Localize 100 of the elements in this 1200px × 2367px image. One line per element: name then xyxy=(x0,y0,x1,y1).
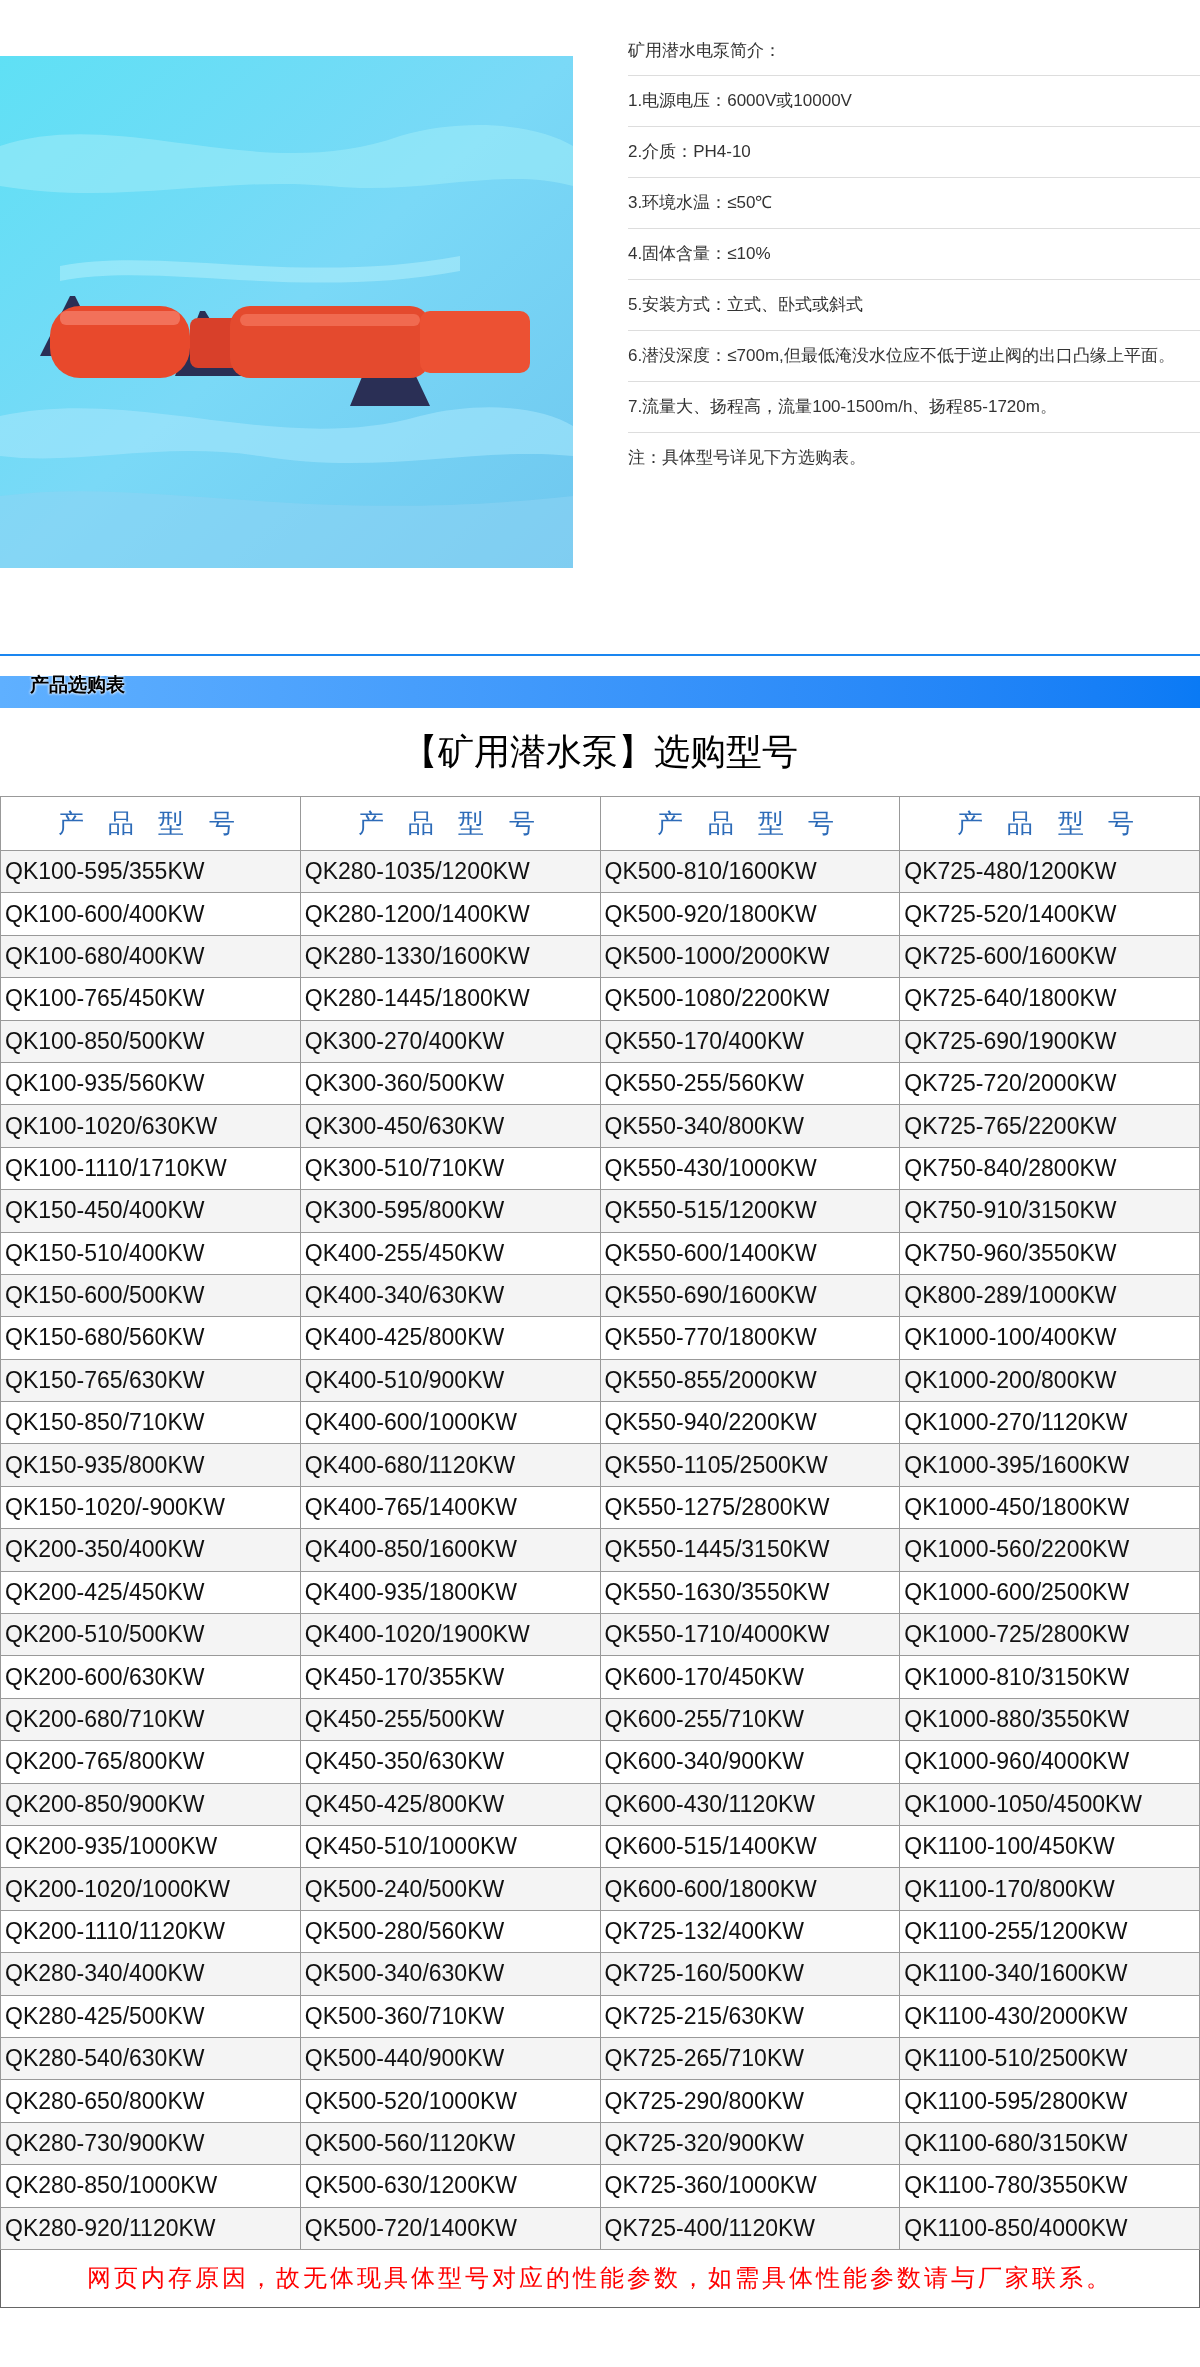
spec-value: 6000V或10000V xyxy=(727,90,852,112)
table-cell: QK725-360/1000KW xyxy=(600,2164,900,2207)
table-cell: QK500-560/1120KW xyxy=(300,2122,600,2165)
table-cell: QK150-765/630KW xyxy=(0,1359,301,1402)
table-cell: QK400-255/450KW xyxy=(300,1232,600,1275)
table-cell: QK280-1035/1200KW xyxy=(300,850,600,893)
table-cell: QK150-510/400KW xyxy=(0,1232,301,1275)
table-cell: QK600-600/1800KW xyxy=(600,1867,900,1911)
table-cell: QK400-600/1000KW xyxy=(300,1401,600,1444)
table-cell: QK150-680/560KW xyxy=(0,1316,301,1360)
intro-note: 注：具体型号详见下方选购表。 xyxy=(628,447,866,470)
table-cell: QK300-270/400KW xyxy=(300,1020,600,1063)
table-cell: QK1000-960/4000KW xyxy=(899,1740,1200,1784)
spec-label: 2.介质： xyxy=(628,141,694,163)
table-cell: QK725-640/1800KW xyxy=(899,977,1200,1021)
table-cell: QK725-400/1120KW xyxy=(600,2207,900,2250)
column-header: 产 品 型 号 xyxy=(0,796,301,851)
table-cell: QK400-1020/1900KW xyxy=(300,1613,600,1656)
table-cell: QK200-850/900KW xyxy=(0,1783,301,1826)
spec-value: ≤50℃ xyxy=(727,192,773,214)
table-cell: QK400-680/1120KW xyxy=(300,1443,600,1487)
table-cell: QK280-1445/1800KW xyxy=(300,977,600,1021)
table-cell: QK280-650/800KW xyxy=(0,2079,301,2123)
table-cell: QK750-910/3150KW xyxy=(899,1189,1200,1232)
table-cell: QK280-425/500KW xyxy=(0,1995,301,2038)
table-cell: QK600-255/710KW xyxy=(600,1698,900,1741)
table-cell: QK400-935/1800KW xyxy=(300,1571,600,1614)
table-cell: QK725-265/710KW xyxy=(600,2037,900,2080)
table-cell: QK150-600/500KW xyxy=(0,1274,301,1317)
table-cell: QK725-690/1900KW xyxy=(899,1020,1200,1063)
table-cell: QK200-765/800KW xyxy=(0,1740,301,1784)
table-cell: QK200-510/500KW xyxy=(0,1613,301,1656)
table-cell: QK200-350/400KW xyxy=(0,1528,301,1572)
intro-title: 矿用潜水电泵简介： xyxy=(628,39,781,62)
table-cell: QK400-510/900KW xyxy=(300,1359,600,1402)
table-cell: QK1100-100/450KW xyxy=(899,1825,1200,1868)
table-cell: QK450-350/630KW xyxy=(300,1740,600,1784)
table-cell: QK550-340/800KW xyxy=(600,1104,900,1148)
table-cell: QK100-600/400KW xyxy=(0,892,301,936)
table-cell: QK500-630/1200KW xyxy=(300,2164,600,2207)
table-cell: QK500-920/1800KW xyxy=(600,892,900,936)
column-header: 产 品 型 号 xyxy=(300,796,600,851)
table-cell: QK200-425/450KW xyxy=(0,1571,301,1614)
table-cell: QK725-765/2200KW xyxy=(899,1104,1200,1148)
table-cell: QK550-1630/3550KW xyxy=(600,1571,900,1614)
table-cell: QK500-1000/2000KW xyxy=(600,935,900,978)
table-cell: QK725-160/500KW xyxy=(600,1952,900,1996)
table-cell: QK500-360/710KW xyxy=(300,1995,600,2038)
table-cell: QK800-289/1000KW xyxy=(899,1274,1200,1317)
column-header: 产 品 型 号 xyxy=(899,796,1200,851)
table-cell: QK550-255/560KW xyxy=(600,1062,900,1105)
table-cell: QK725-720/2000KW xyxy=(899,1062,1200,1105)
table-cell: QK1000-395/1600KW xyxy=(899,1443,1200,1487)
table-cell: QK750-840/2800KW xyxy=(899,1147,1200,1190)
table-cell: QK280-850/1000KW xyxy=(0,2164,301,2207)
table-cell: QK1100-680/3150KW xyxy=(899,2122,1200,2165)
table-cell: QK400-765/1400KW xyxy=(300,1486,600,1529)
spec-value: ≤700m,但最低淹没水位应不低于逆止阀的出口凸缘上平面。 xyxy=(727,345,1175,367)
table-cell: QK500-440/900KW xyxy=(300,2037,600,2080)
table-cell: QK725-132/400KW xyxy=(600,1910,900,1953)
spec-label: 6.潜没深度： xyxy=(628,345,728,367)
table-cell: QK200-1110/1120KW xyxy=(0,1910,301,1953)
table-cell: QK1100-850/4000KW xyxy=(899,2207,1200,2250)
table-cell: QK150-935/800KW xyxy=(0,1443,301,1487)
spec-value: 立式、卧式或斜式 xyxy=(727,294,864,316)
table-cell: QK280-340/400KW xyxy=(0,1952,301,1996)
table-cell: QK150-850/710KW xyxy=(0,1401,301,1444)
table-cell: QK450-510/1000KW xyxy=(300,1825,600,1868)
table-cell: QK100-850/500KW xyxy=(0,1020,301,1063)
table-cell: QK500-280/560KW xyxy=(300,1910,600,1953)
table-cell: QK100-1110/1710KW xyxy=(0,1147,301,1190)
table-cell: QK550-1710/4000KW xyxy=(600,1613,900,1656)
table-cell: QK150-1020/-900KW xyxy=(0,1486,301,1529)
table-cell: QK550-170/400KW xyxy=(600,1020,900,1063)
table-cell: QK1000-600/2500KW xyxy=(899,1571,1200,1614)
table-cell: QK500-1080/2200KW xyxy=(600,977,900,1021)
table-cell: QK725-215/630KW xyxy=(600,1995,900,2038)
table-cell: QK600-430/1120KW xyxy=(600,1783,900,1826)
table-cell: QK280-1200/1400KW xyxy=(300,892,600,936)
table-cell: QK500-520/1000KW xyxy=(300,2079,600,2123)
table-cell: QK550-600/1400KW xyxy=(600,1232,900,1275)
table-cell: QK1000-450/1800KW xyxy=(899,1486,1200,1529)
table-cell: QK725-600/1600KW xyxy=(899,935,1200,978)
table-cell: QK280-920/1120KW xyxy=(0,2207,301,2250)
table-cell: QK550-1105/2500KW xyxy=(600,1443,900,1487)
table-cell: QK300-595/800KW xyxy=(300,1189,600,1232)
table-cell: QK1100-340/1600KW xyxy=(899,1952,1200,1996)
spec-label: 4.固体含量： xyxy=(628,243,728,265)
table-cell: QK1100-255/1200KW xyxy=(899,1910,1200,1953)
table-cell: QK1000-200/800KW xyxy=(899,1359,1200,1402)
table-cell: QK200-680/710KW xyxy=(0,1698,301,1741)
table-cell: QK1000-1050/4500KW xyxy=(899,1783,1200,1826)
table-cell: QK500-720/1400KW xyxy=(300,2207,600,2250)
table-cell: QK450-170/355KW xyxy=(300,1655,600,1699)
section-title: 产品选购表 xyxy=(30,672,125,697)
table-cell: QK550-855/2000KW xyxy=(600,1359,900,1402)
table-cell: QK150-450/400KW xyxy=(0,1189,301,1232)
table-cell: QK450-255/500KW xyxy=(300,1698,600,1741)
table-cell: QK500-340/630KW xyxy=(300,1952,600,1996)
table-cell: QK400-340/630KW xyxy=(300,1274,600,1317)
